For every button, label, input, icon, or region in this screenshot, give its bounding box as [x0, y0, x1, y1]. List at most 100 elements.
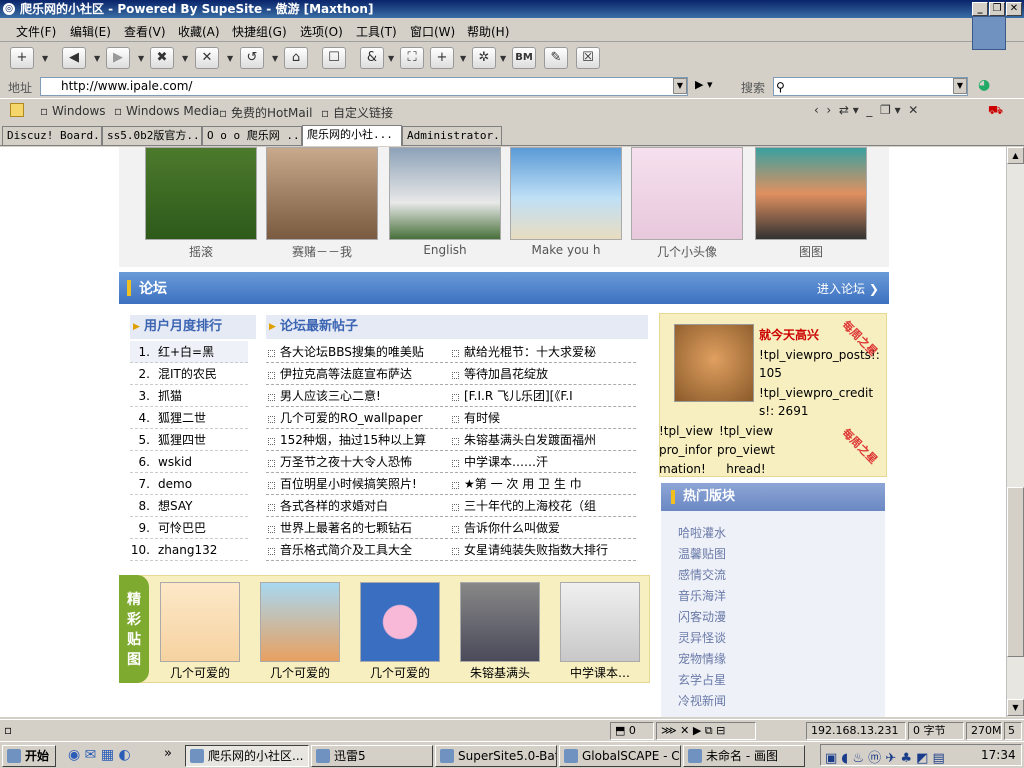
- status-controls[interactable]: ⋙ ✕ ▶ ⧉ ⊟: [656, 722, 756, 740]
- post-link[interactable]: 几个可爱的RO_wallpaper: [266, 407, 448, 429]
- featured-thumbnail[interactable]: [460, 582, 540, 662]
- rank-user[interactable]: wskid: [158, 455, 192, 469]
- menu-options[interactable]: 选项(O): [300, 23, 343, 40]
- minimize-button[interactable]: _: [972, 2, 988, 16]
- rank-user[interactable]: 狐狸四世: [158, 433, 206, 447]
- globe-icon[interactable]: ◕: [978, 77, 990, 93]
- hot-section-link[interactable]: 温馨贴图: [678, 545, 726, 562]
- scroll-thumb[interactable]: [1007, 487, 1024, 657]
- photo-caption[interactable]: 摇滚: [141, 243, 261, 260]
- post-link[interactable]: 世界上最著名的七颗钻石: [266, 517, 448, 539]
- featured-caption[interactable]: 几个可爱的: [350, 664, 450, 681]
- user-avatar[interactable]: [674, 324, 754, 402]
- rank-row[interactable]: 6. wskid: [130, 451, 248, 473]
- photo-thumbnail[interactable]: [145, 147, 257, 240]
- go-icon[interactable]: ▶ ▾: [695, 78, 712, 91]
- menu-file[interactable]: 文件(F): [16, 23, 56, 40]
- task-xunlei[interactable]: 迅雷5: [311, 745, 433, 767]
- hot-section-link[interactable]: 感情交流: [678, 566, 726, 583]
- post-link[interactable]: 有时候: [450, 407, 636, 429]
- photo-thumbnail[interactable]: [389, 147, 501, 240]
- tab-administrator[interactable]: Administrator...: [402, 126, 502, 145]
- add-icon[interactable]: +: [430, 47, 454, 69]
- featured-caption[interactable]: 朱镕基满头: [450, 664, 550, 681]
- rank-user[interactable]: 红+白=黑: [158, 345, 214, 359]
- start-button[interactable]: 开始: [2, 745, 56, 767]
- rank-user[interactable]: zhang132: [158, 543, 217, 557]
- stop-icon[interactable]: ✕: [195, 47, 219, 69]
- menu-window[interactable]: 窗口(W): [410, 23, 455, 40]
- menu-view[interactable]: 查看(V): [124, 23, 166, 40]
- post-link[interactable]: 告诉你什么叫做爱: [450, 517, 636, 539]
- rank-user[interactable]: 抓猫: [158, 389, 182, 403]
- rank-row[interactable]: 1. 红+白=黑: [130, 341, 248, 363]
- quicklaunch-chevron[interactable]: »: [164, 746, 172, 761]
- task-globalscape[interactable]: GlobalSCAPE - Cu...: [559, 745, 681, 767]
- fullscreen-icon[interactable]: ⛶: [400, 47, 424, 69]
- chevron-down-icon[interactable]: ▼: [953, 78, 967, 94]
- scroll-up-icon[interactable]: ▲: [1007, 147, 1024, 164]
- link-windows[interactable]: ▫ Windows: [40, 104, 106, 118]
- back-icon[interactable]: ◀: [62, 47, 86, 69]
- post-link[interactable]: 万圣节之夜十大令人恐怖: [266, 451, 448, 473]
- hot-section-link[interactable]: 灵异怪谈: [678, 629, 726, 646]
- post-link[interactable]: 中学课本……汗: [450, 451, 636, 473]
- post-link[interactable]: 等待加昌花绽放: [450, 363, 636, 385]
- chevron-down-icon[interactable]: ▼: [460, 54, 466, 63]
- scroll-down-icon[interactable]: ▼: [1007, 699, 1024, 716]
- rank-row[interactable]: 4. 狐狸二世: [130, 407, 248, 429]
- menu-tools[interactable]: 工具(T): [356, 23, 397, 40]
- chevron-down-icon[interactable]: ▼: [182, 54, 188, 63]
- favorites-star-icon[interactable]: [10, 103, 24, 117]
- chevron-down-icon[interactable]: ▼: [42, 54, 48, 63]
- post-link[interactable]: 152种烟，抽过15种以上算: [266, 429, 448, 451]
- task-paint[interactable]: 未命名 - 画图: [683, 745, 805, 767]
- menu-groups[interactable]: 快捷组(G): [232, 23, 287, 40]
- close-button[interactable]: ✕: [1006, 2, 1022, 16]
- home-icon[interactable]: ⌂: [284, 47, 308, 69]
- post-link[interactable]: 三十年代的上海校花（组: [450, 495, 636, 517]
- chevron-down-icon[interactable]: ▼: [94, 54, 100, 63]
- search-input[interactable]: [773, 77, 968, 96]
- rank-row[interactable]: 10. zhang132: [130, 539, 248, 561]
- link-hotmail[interactable]: ▫ 免费的HotMail: [219, 104, 312, 121]
- chevron-down-icon[interactable]: ▼: [227, 54, 233, 63]
- photo-thumbnail[interactable]: [510, 147, 622, 240]
- rank-user[interactable]: 狐狸二世: [158, 411, 206, 425]
- photo-caption[interactable]: 几个小头像: [627, 243, 747, 260]
- post-link[interactable]: 各大论坛BBS搜集的唯美贴: [266, 341, 448, 363]
- rank-user[interactable]: 想SAY: [158, 499, 192, 513]
- profile-info-link[interactable]: !tpl_viewpro_information!: [659, 422, 715, 479]
- post-link[interactable]: 百位明星小时候搞笑照片!: [266, 473, 448, 495]
- menu-edit[interactable]: 编辑(E): [70, 23, 111, 40]
- hot-section-link[interactable]: 宠物情缘: [678, 650, 726, 667]
- photo-caption[interactable]: Make you h: [506, 243, 626, 257]
- hot-section-link[interactable]: 玄学占星: [678, 671, 726, 688]
- chevron-down-icon[interactable]: ▼: [673, 78, 687, 94]
- menu-help[interactable]: 帮助(H): [467, 23, 509, 40]
- featured-caption[interactable]: 几个可爱的: [150, 664, 250, 681]
- url-input[interactable]: http://www.ipale.com/: [40, 77, 688, 96]
- chevron-down-icon[interactable]: ▼: [500, 54, 506, 63]
- tab-nav-icons[interactable]: ‹ › ⇄ ▾ _ ❐ ▾ ✕: [814, 103, 918, 117]
- chevron-down-icon[interactable]: ▼: [272, 54, 278, 63]
- post-link[interactable]: [F.I.R 飞儿乐团][《F.I: [450, 385, 636, 407]
- rank-row[interactable]: 9. 可怜巴巴: [130, 517, 248, 539]
- forward-icon[interactable]: ▶: [106, 47, 130, 69]
- tab-ooo-pale[interactable]: O o o 爬乐网 ...: [202, 126, 302, 145]
- featured-caption[interactable]: 中学课本…: [550, 664, 650, 681]
- post-link[interactable]: 女星请纯装失败指数大排行: [450, 539, 636, 561]
- photo-thumbnail[interactable]: [755, 147, 867, 240]
- featured-thumbnail[interactable]: [560, 582, 640, 662]
- undo-icon[interactable]: &: [360, 47, 384, 69]
- tab-pale-community[interactable]: 爬乐网的小社...: [302, 125, 402, 146]
- close-all-icon[interactable]: ☒: [576, 47, 600, 69]
- hot-section-link[interactable]: 闪客动漫: [678, 608, 726, 625]
- photo-caption[interactable]: English: [385, 243, 505, 257]
- rank-row[interactable]: 7. demo: [130, 473, 248, 495]
- menu-favorites[interactable]: 收藏(A): [178, 23, 220, 40]
- rank-row[interactable]: 3. 抓猫: [130, 385, 248, 407]
- tab-discuz[interactable]: Discuz! Board...: [2, 126, 102, 145]
- link-windows-media[interactable]: ▫ Windows Media: [114, 104, 219, 118]
- task-supersite[interactable]: SuperSite5.0-Bat...: [435, 745, 557, 767]
